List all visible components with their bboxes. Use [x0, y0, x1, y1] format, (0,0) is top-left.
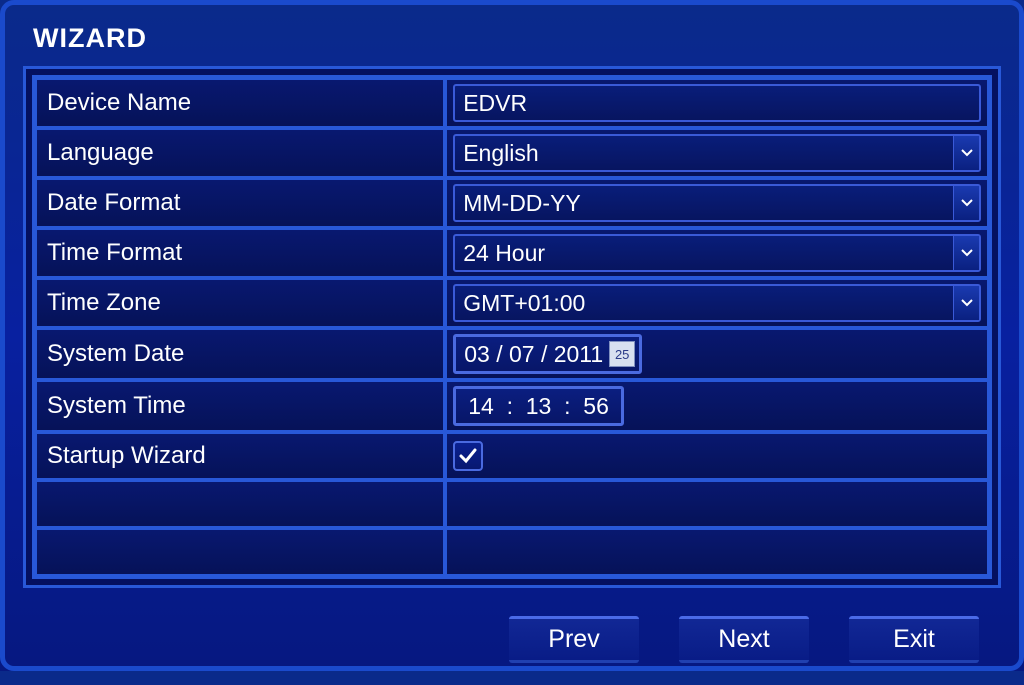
wizard-window: WIZARD Device Name Language English [5, 5, 1019, 666]
empty-row [445, 528, 989, 576]
window-title: WIZARD [5, 5, 1019, 66]
settings-table: Device Name Language English Date [32, 75, 992, 579]
check-icon [458, 446, 478, 466]
time-zone-value: GMT+01:00 [463, 290, 585, 317]
time-zone-label: Time Zone [35, 278, 445, 328]
empty-row [35, 528, 445, 576]
system-time-label: System Time [35, 380, 445, 432]
system-time-value: 14 : 13 : 56 [468, 393, 609, 420]
time-format-select[interactable]: 24 Hour [453, 234, 981, 272]
device-name-label: Device Name [35, 78, 445, 128]
chevron-down-icon [953, 136, 979, 170]
language-label: Language [35, 128, 445, 178]
date-format-select[interactable]: MM-DD-YY [453, 184, 981, 222]
form-container: Device Name Language English Date [23, 66, 1001, 588]
next-button[interactable]: Next [679, 616, 809, 663]
empty-row [35, 480, 445, 528]
chevron-down-icon [953, 236, 979, 270]
date-format-label: Date Format [35, 178, 445, 228]
chevron-down-icon [953, 186, 979, 220]
empty-row [445, 480, 989, 528]
language-value: English [463, 140, 538, 167]
system-date-input[interactable]: 03 / 07 / 2011 25 [453, 334, 642, 374]
chevron-down-icon [953, 286, 979, 320]
time-format-value: 24 Hour [463, 240, 545, 267]
calendar-icon[interactable]: 25 [609, 341, 635, 367]
prev-button[interactable]: Prev [509, 616, 639, 663]
startup-wizard-checkbox[interactable] [453, 441, 483, 471]
system-date-value: 03 / 07 / 2011 [464, 341, 603, 368]
startup-wizard-label: Startup Wizard [35, 432, 445, 480]
exit-button[interactable]: Exit [849, 616, 979, 663]
date-format-value: MM-DD-YY [463, 190, 581, 217]
system-time-input[interactable]: 14 : 13 : 56 [453, 386, 624, 426]
time-zone-select[interactable]: GMT+01:00 [453, 284, 981, 322]
button-bar: Prev Next Exit [5, 598, 1019, 685]
system-date-label: System Date [35, 328, 445, 380]
device-name-input[interactable] [453, 84, 981, 122]
time-format-label: Time Format [35, 228, 445, 278]
language-select[interactable]: English [453, 134, 981, 172]
